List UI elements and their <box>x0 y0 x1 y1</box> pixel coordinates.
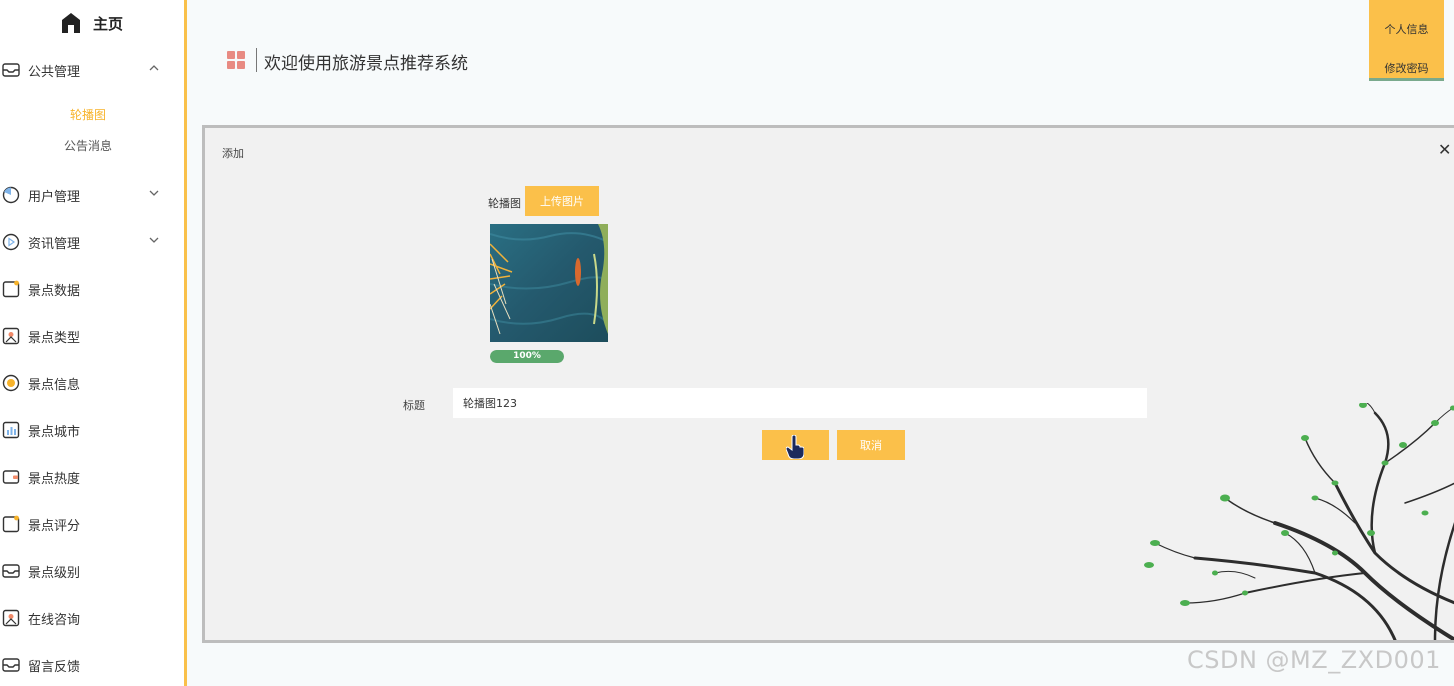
add-dialog: 添加 ✕ 轮播图 上传图片 100% 标题 取消 <box>202 125 1454 643</box>
play-icon <box>2 233 20 251</box>
sidebar-item-label: 资讯管理 <box>28 236 81 252</box>
envelope-icon <box>2 61 20 79</box>
sidebar-item-scenic-type[interactable]: 景点类型 <box>0 324 184 348</box>
change-password-link[interactable]: 修改密码 <box>1369 60 1444 76</box>
sidebar-subitem-announcements[interactable]: 公告消息 <box>0 137 176 154</box>
watermark-text: CSDN @MZ_ZXD001 <box>1187 646 1441 674</box>
upload-progress-bar: 100% <box>490 350 564 363</box>
sidebar-item-news-management[interactable]: 资讯管理 <box>0 230 184 254</box>
close-icon[interactable]: ✕ <box>1438 142 1451 158</box>
tree-decoration-image <box>1144 403 1454 640</box>
envelope-icon <box>2 656 20 674</box>
sidebar-item-label: 公共管理 <box>28 64 81 80</box>
sidebar: 主页 公共管理 轮播图 公告消息 用户管理 资讯管理 景点数据 景点类型 景点信… <box>0 0 187 686</box>
cancel-button[interactable]: 取消 <box>837 430 905 460</box>
title-field-label: 标题 <box>403 399 425 412</box>
note-icon <box>2 280 20 298</box>
title-input[interactable] <box>453 388 1147 418</box>
image-icon <box>2 609 20 627</box>
sidebar-item-scenic-rating[interactable]: 景点评分 <box>0 512 184 536</box>
home-link[interactable]: 主页 <box>0 0 184 46</box>
upload-image-button[interactable]: 上传图片 <box>525 186 599 216</box>
coin-icon <box>2 374 20 392</box>
sidebar-subitem-carousel[interactable]: 轮播图 <box>0 106 176 123</box>
wallet-icon <box>2 468 20 486</box>
sidebar-item-scenic-level[interactable]: 景点级别 <box>0 559 184 583</box>
home-label: 主页 <box>92 14 123 33</box>
sidebar-item-label: 景点数据 <box>28 283 81 299</box>
sidebar-item-label: 景点级别 <box>28 565 81 581</box>
pie-icon <box>2 186 20 204</box>
sidebar-item-label: 用户管理 <box>28 189 81 205</box>
envelope-icon <box>2 562 20 580</box>
uploaded-image-thumbnail[interactable] <box>490 224 608 342</box>
sidebar-item-label: 留言反馈 <box>28 659 81 675</box>
chevron-down-icon <box>149 190 159 196</box>
bar-chart-icon <box>2 421 20 439</box>
header-divider <box>256 48 257 72</box>
sidebar-item-label: 景点热度 <box>28 471 81 487</box>
sidebar-item-label: 景点评分 <box>28 518 81 534</box>
upload-label: 轮播图 <box>488 197 521 210</box>
user-menu: 个人信息 修改密码 <box>1369 0 1444 81</box>
sidebar-item-label: 景点信息 <box>28 377 81 393</box>
sidebar-item-scenic-info[interactable]: 景点信息 <box>0 371 184 395</box>
home-icon <box>61 13 80 33</box>
sidebar-item-label: 在线咨询 <box>28 612 81 628</box>
chevron-down-icon <box>149 237 159 243</box>
grid-icon <box>227 51 245 69</box>
profile-link[interactable]: 个人信息 <box>1369 21 1444 37</box>
chevron-up-icon <box>149 65 159 71</box>
image-icon <box>2 327 20 345</box>
sidebar-item-online-consult[interactable]: 在线咨询 <box>0 606 184 630</box>
sidebar-item-label: 景点城市 <box>28 424 81 440</box>
page-title: 欢迎使用旅游景点推荐系统 <box>264 54 468 74</box>
sidebar-item-user-management[interactable]: 用户管理 <box>0 183 184 207</box>
progress-text: 100% <box>513 351 541 361</box>
sidebar-item-feedback[interactable]: 留言反馈 <box>0 653 184 677</box>
sidebar-item-label: 景点类型 <box>28 330 81 346</box>
sidebar-item-scenic-data[interactable]: 景点数据 <box>0 277 184 301</box>
hand-pointer-icon <box>786 435 804 459</box>
sidebar-item-public-management[interactable]: 公共管理 <box>0 58 184 82</box>
sidebar-item-scenic-popularity[interactable]: 景点热度 <box>0 465 184 489</box>
sidebar-item-scenic-city[interactable]: 景点城市 <box>0 418 184 442</box>
note-icon <box>2 515 20 533</box>
dialog-title: 添加 <box>222 147 244 160</box>
